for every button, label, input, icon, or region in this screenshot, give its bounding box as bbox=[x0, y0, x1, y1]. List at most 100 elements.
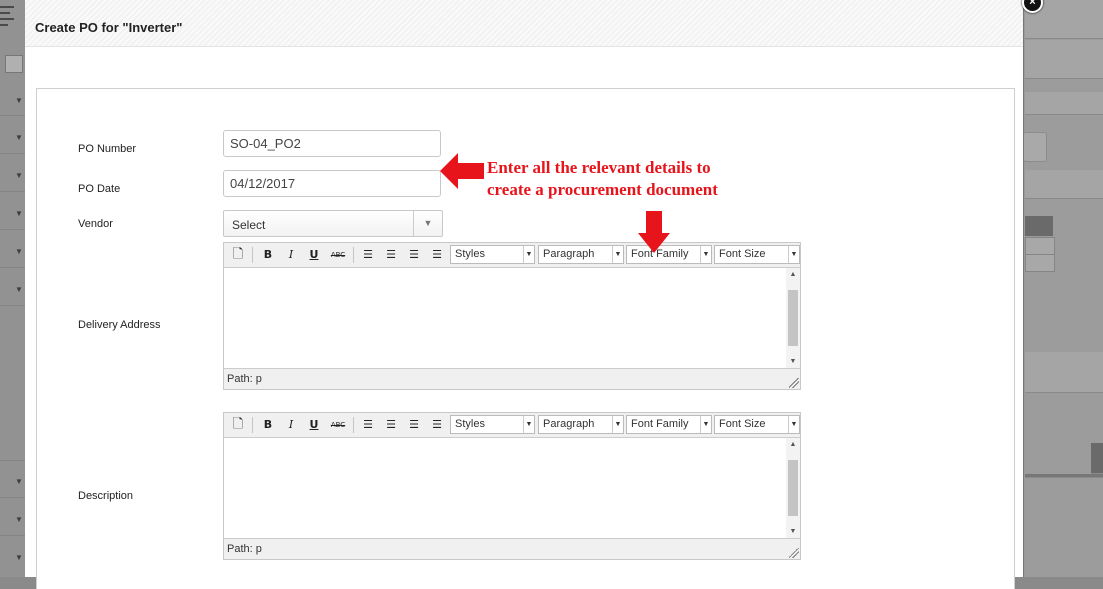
divider bbox=[0, 191, 25, 192]
underline-button[interactable]: U bbox=[304, 246, 324, 264]
divider bbox=[0, 497, 25, 498]
chevron-down-icon: ▼ bbox=[15, 171, 23, 180]
table-cell bbox=[1025, 237, 1055, 255]
po-date-label: PO Date bbox=[78, 183, 121, 195]
underline-button[interactable]: U bbox=[304, 416, 324, 434]
description-text-area[interactable] bbox=[224, 438, 786, 539]
divider bbox=[0, 535, 25, 536]
editor-path: Path: p bbox=[227, 543, 262, 555]
font-family-dropdown-label: Font Family bbox=[631, 418, 689, 430]
vendor-selected-value: Select bbox=[232, 218, 266, 232]
align-center-icon[interactable]: ☰ bbox=[381, 246, 401, 264]
description-label: Description bbox=[78, 490, 134, 502]
paragraph-dropdown-label: Paragraph bbox=[543, 248, 595, 260]
scrollbar[interactable]: ▲ ▼ bbox=[786, 438, 800, 539]
styles-dropdown[interactable]: Styles ▼ bbox=[450, 415, 535, 434]
left-arrow-icon bbox=[440, 153, 484, 189]
editor-toolbar: 🗋 B I U ABC ☰ ☰ ☰ ☰ Styles ▼ Paragraph ▼ F… bbox=[224, 243, 800, 268]
styles-dropdown[interactable]: Styles ▼ bbox=[450, 245, 535, 264]
align-left-icon[interactable]: ☰ bbox=[358, 416, 378, 434]
dropdown-arrow-icon: ▼ bbox=[700, 416, 711, 433]
align-justify-icon[interactable]: ☰ bbox=[427, 246, 447, 264]
chevron-down-icon: ▼ bbox=[15, 96, 23, 105]
scroll-down-icon[interactable]: ▼ bbox=[786, 525, 800, 539]
scroll-up-icon[interactable]: ▲ bbox=[786, 268, 800, 282]
hamburger-menu-icon bbox=[0, 6, 14, 30]
vendor-select[interactable]: Select ▼ bbox=[223, 210, 443, 237]
scrollbar-thumb[interactable] bbox=[788, 290, 798, 346]
align-center-icon[interactable]: ☰ bbox=[381, 416, 401, 434]
editor-statusbar: Path: p bbox=[224, 368, 800, 389]
chevron-down-icon[interactable]: ▼ bbox=[413, 211, 442, 236]
delivery-address-text-area[interactable] bbox=[224, 268, 786, 369]
panel-block bbox=[1025, 92, 1103, 115]
resize-handle-icon[interactable] bbox=[789, 378, 799, 388]
delivery-address-label: Delivery Address bbox=[78, 319, 161, 331]
strikethrough-button[interactable]: ABC bbox=[328, 246, 348, 264]
dropdown-arrow-icon: ▼ bbox=[788, 246, 799, 263]
bold-button[interactable]: B bbox=[258, 246, 278, 264]
new-document-icon[interactable]: 🗋 bbox=[228, 416, 248, 434]
background-sidebar: ▼ ▼ ▼ ▼ ▼ ▼ ▼ ▼ ▼ bbox=[0, 0, 26, 577]
toolbar-separator bbox=[252, 247, 253, 263]
strikethrough-button[interactable]: ABC bbox=[328, 416, 348, 434]
editor-statusbar: Path: p bbox=[224, 538, 800, 559]
po-number-label: PO Number bbox=[78, 143, 137, 155]
panel-button bbox=[1023, 132, 1047, 162]
new-document-icon[interactable]: 🗋 bbox=[228, 246, 248, 264]
paragraph-dropdown[interactable]: Paragraph ▼ bbox=[538, 245, 624, 264]
scroll-up-icon[interactable]: ▲ bbox=[786, 438, 800, 452]
annotation-line-1: Enter all the relevant details to bbox=[487, 158, 711, 177]
description-editor: 🗋 B I U ABC ☰ ☰ ☰ ☰ Styles ▼ Paragraph ▼ F… bbox=[223, 412, 801, 560]
po-date-input[interactable] bbox=[223, 170, 441, 197]
align-right-icon[interactable]: ☰ bbox=[404, 246, 424, 264]
chevron-down-icon: ▼ bbox=[15, 247, 23, 256]
scroll-down-icon[interactable]: ▼ bbox=[786, 355, 800, 369]
chevron-down-icon: ▼ bbox=[15, 209, 23, 218]
dropdown-arrow-icon: ▼ bbox=[700, 246, 711, 263]
resize-handle-icon[interactable] bbox=[789, 548, 799, 558]
create-po-modal: Create PO for "Inverter" PO Number PO Da… bbox=[25, 0, 1024, 589]
annotation-line-2: create a procurement document bbox=[487, 180, 718, 199]
toolbar-separator bbox=[252, 417, 253, 433]
font-family-dropdown[interactable]: Font Family ▼ bbox=[626, 415, 712, 434]
divider bbox=[0, 115, 25, 116]
font-size-dropdown[interactable]: Font Size ▼ bbox=[714, 415, 800, 434]
po-number-input[interactable] bbox=[223, 130, 441, 157]
divider bbox=[0, 305, 25, 306]
toolbar-separator bbox=[353, 417, 354, 433]
chevron-down-icon: ▼ bbox=[15, 515, 23, 524]
chevron-down-icon: ▼ bbox=[15, 553, 23, 562]
chevron-down-icon: ▼ bbox=[15, 285, 23, 294]
panel-block bbox=[1025, 170, 1103, 199]
align-justify-icon[interactable]: ☰ bbox=[427, 416, 447, 434]
divider bbox=[0, 153, 25, 154]
editor-path: Path: p bbox=[227, 373, 262, 385]
toolbar-separator bbox=[353, 247, 354, 263]
italic-button[interactable]: I bbox=[281, 246, 301, 264]
font-size-dropdown[interactable]: Font Size ▼ bbox=[714, 245, 800, 264]
panel-block bbox=[1025, 352, 1103, 393]
paragraph-dropdown[interactable]: Paragraph ▼ bbox=[538, 415, 624, 434]
down-arrow-icon bbox=[638, 211, 670, 253]
scrollbar[interactable]: ▲ ▼ bbox=[786, 268, 800, 369]
chevron-down-icon: ▼ bbox=[15, 477, 23, 486]
dropdown-arrow-icon: ▼ bbox=[523, 416, 534, 433]
align-right-icon[interactable]: ☰ bbox=[404, 416, 424, 434]
align-left-icon[interactable]: ☰ bbox=[358, 246, 378, 264]
dropdown-arrow-icon: ▼ bbox=[612, 246, 623, 263]
table-header-cell bbox=[1025, 216, 1053, 236]
layout-grid-icon bbox=[5, 55, 23, 73]
italic-button[interactable]: I bbox=[281, 416, 301, 434]
modal-title: Create PO for "Inverter" bbox=[35, 20, 183, 35]
bold-button[interactable]: B bbox=[258, 416, 278, 434]
font-size-dropdown-label: Font Size bbox=[719, 248, 766, 260]
panel-block bbox=[1025, 40, 1103, 79]
divider bbox=[0, 460, 25, 461]
divider bbox=[0, 229, 25, 230]
scrollbar-thumb[interactable] bbox=[788, 460, 798, 516]
paragraph-dropdown-label: Paragraph bbox=[543, 418, 595, 430]
vendor-label: Vendor bbox=[78, 218, 113, 230]
panel-divider bbox=[1025, 474, 1103, 478]
font-size-dropdown-label: Font Size bbox=[719, 418, 766, 430]
